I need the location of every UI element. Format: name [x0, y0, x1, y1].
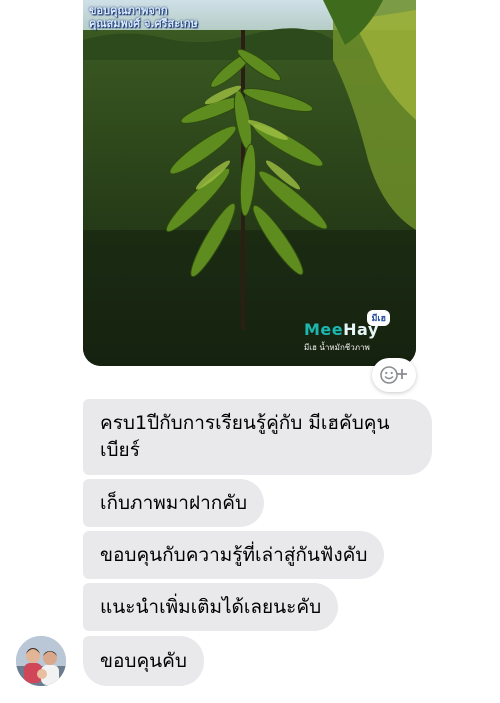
message-text: เก็บภาพมาฝากคับ	[100, 492, 248, 514]
meehay-logo: MeeHay มีเฮ มีเฮ น้ำหมักชีวภาพ	[302, 310, 390, 354]
message-text: ขอบคุนคับ	[100, 650, 187, 672]
message-text: แนะนำเพิ่มเติมได้เลยนะคับ	[100, 596, 322, 618]
logo-badge: มีเฮ	[367, 310, 390, 326]
message-bubble[interactable]: แนะนำเพิ่มเติมได้เลยนะคับ	[83, 583, 339, 631]
message-text: ขอบคุนกับความรู้ที่เล่าสู่กันฟังคับ	[100, 544, 368, 566]
message-text: ครบ1ปีกับการเรียนรู้คู่กับ มีเฮคับคุนเบี…	[100, 412, 390, 461]
shared-photo[interactable]: ขอบคุณภาพจาก คุณสมพงศ์ จ.ศรีสะเกษ MeeHay…	[83, 0, 416, 366]
message-bubble[interactable]: เก็บภาพมาฝากคับ	[83, 479, 265, 527]
photo-credit: ขอบคุณภาพจาก คุณสมพงศ์ จ.ศรีสะเกษ	[89, 4, 198, 30]
photo-credit-line-1: ขอบคุณภาพจาก	[89, 4, 168, 17]
sender-avatar[interactable]	[16, 636, 66, 686]
message-bubble[interactable]: ขอบคุนกับความรู้ที่เล่าสู่กันฟังคับ	[83, 531, 385, 579]
logo-tagline: มีเฮ น้ำหมักชีวภาพ	[304, 343, 370, 352]
add-emoji-icon	[380, 366, 407, 384]
profile-photo	[16, 636, 66, 686]
message-bubble[interactable]: ขอบคุนคับ	[83, 636, 204, 686]
message-bubble[interactable]: ครบ1ปีกับการเรียนรู้คู่กับ มีเฮคับคุนเบี…	[83, 399, 432, 475]
photo-credit-line-2: คุณสมพงศ์ จ.ศรีสะเกษ	[89, 17, 198, 30]
logo-word-mee: Mee	[304, 320, 344, 339]
add-reaction-button[interactable]	[372, 358, 416, 392]
